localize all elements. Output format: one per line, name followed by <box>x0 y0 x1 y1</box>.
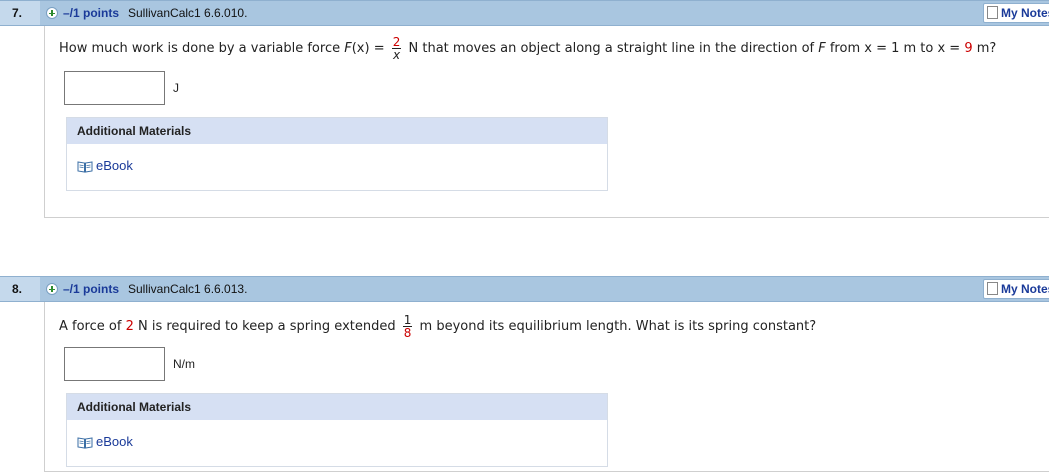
answer-unit: J <box>173 81 179 95</box>
question-text: A force of 2 N is required to keep a spr… <box>59 313 817 340</box>
answer-unit: N/m <box>173 357 195 371</box>
points-label: –/1 points <box>63 282 120 296</box>
question-header: 7. –/1 points SullivanCalc1 6.6.010. My … <box>0 0 1049 26</box>
fraction: 2 x <box>391 35 402 62</box>
additional-materials: Additional Materials eBook <box>66 117 608 191</box>
answer-input[interactable] <box>64 71 165 105</box>
my-notes-label: My Notes <box>1001 282 1049 296</box>
answer-input[interactable] <box>64 347 165 381</box>
my-notes-button[interactable]: My Notes <box>983 3 1049 23</box>
question-number: 8. <box>0 277 40 301</box>
my-notes-label: My Notes <box>1001 6 1049 20</box>
additional-materials-title: Additional Materials <box>67 118 607 144</box>
ebook-link[interactable]: eBook <box>77 158 133 174</box>
question-code: SullivanCalc1 6.6.010. <box>128 6 248 20</box>
question-code: SullivanCalc1 6.6.013. <box>128 282 248 296</box>
highlighted-value: 2 <box>125 319 134 334</box>
highlighted-value: 9 <box>964 41 973 56</box>
expand-plus-icon[interactable] <box>46 283 58 295</box>
question-header: 8. –/1 points SullivanCalc1 6.6.013. My … <box>0 276 1049 302</box>
additional-materials: Additional Materials eBook <box>66 393 608 467</box>
note-icon <box>987 282 998 295</box>
note-icon <box>987 6 998 19</box>
ebook-link[interactable]: eBook <box>77 434 133 450</box>
additional-materials-title: Additional Materials <box>67 394 607 420</box>
my-notes-button[interactable]: My Notes <box>983 279 1049 299</box>
points-label: –/1 points <box>63 6 120 20</box>
ebook-label: eBook <box>96 434 133 449</box>
fraction: 1 8 <box>402 313 413 340</box>
book-icon <box>77 160 93 173</box>
question-text: How much work is done by a variable forc… <box>59 35 997 62</box>
book-icon <box>77 436 93 449</box>
expand-plus-icon[interactable] <box>46 7 58 19</box>
ebook-label: eBook <box>96 158 133 173</box>
question-number: 7. <box>0 1 40 25</box>
